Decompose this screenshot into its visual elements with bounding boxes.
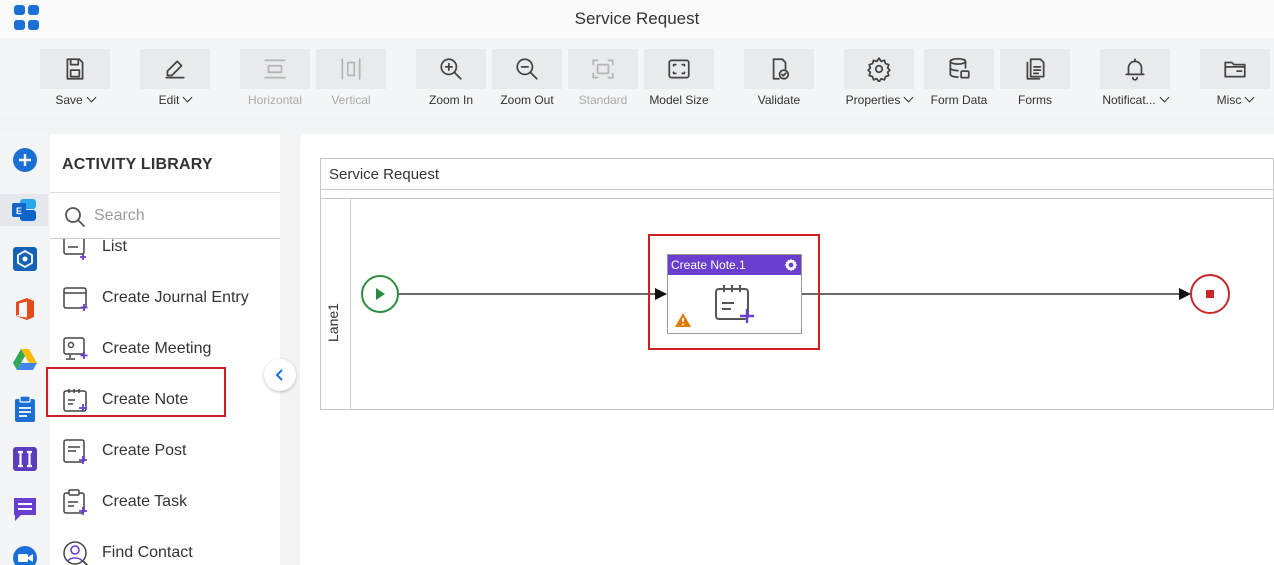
end-event[interactable] bbox=[1190, 274, 1230, 314]
flow-diagram bbox=[361, 274, 1230, 314]
start-event[interactable] bbox=[361, 275, 399, 313]
task-highlight bbox=[648, 234, 820, 350]
stop-icon bbox=[1206, 290, 1214, 298]
